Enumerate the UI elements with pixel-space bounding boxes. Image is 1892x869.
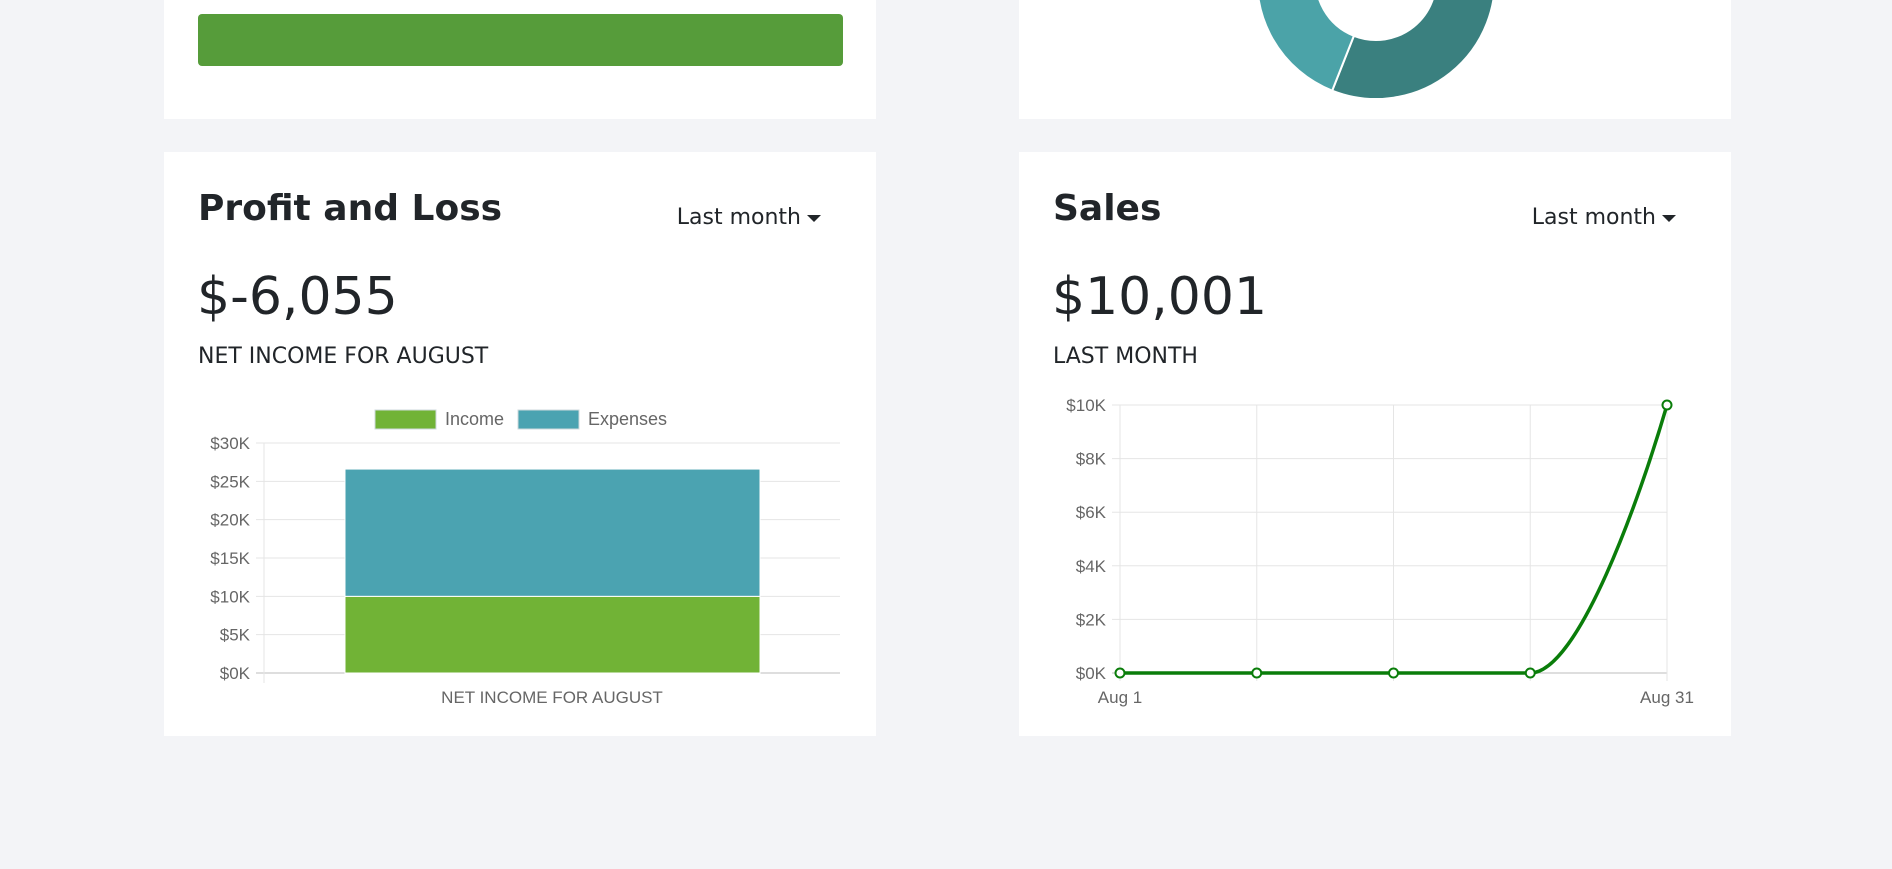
top-left-card: [164, 0, 876, 119]
y-tick-label: $0K: [1076, 664, 1107, 683]
profit-loss-chart: $0K $5K $10K $15K $20K $25K $30K NET INCOME FOR…: [210, 409, 840, 707]
legend-swatch: [517, 409, 580, 430]
y-tick-label: $0K: [220, 664, 251, 683]
y-tick-label: $10K: [1066, 396, 1106, 415]
y-tick-label: $25K: [210, 472, 250, 491]
progress-bar: [198, 14, 843, 66]
data-point: [1388, 667, 1399, 679]
y-tick-label: $4K: [1076, 557, 1107, 576]
y-tick-label: $20K: [210, 511, 250, 530]
donut-slice: [1330, 0, 1495, 100]
legend-label: Income: [445, 409, 504, 429]
data-point: [1524, 667, 1536, 679]
x-tick-label: Aug 1: [1098, 688, 1142, 707]
profit-loss-card: Profit and Loss Last month $-6,055 NET I…: [164, 152, 876, 736]
legend-swatch: [374, 409, 437, 430]
bar-expenses: [344, 468, 761, 597]
legend-label: Expenses: [588, 409, 667, 429]
y-tick-label: $10K: [210, 587, 250, 606]
top-right-card: [1019, 0, 1731, 119]
dashboard: Profit and Loss Last month $-6,055 NET I…: [0, 0, 1892, 869]
data-point: [1251, 667, 1263, 679]
y-tick-label: $5K: [220, 626, 251, 645]
x-tick-label: Aug 31: [1640, 688, 1694, 707]
data-point: [1114, 667, 1126, 679]
x-tick-label: NET INCOME FOR AUGUST: [441, 688, 663, 707]
sales-chart: $0K $2K $4K $6K $8K $10K Aug 1 Aug 31: [1066, 396, 1694, 707]
data-point: [1661, 399, 1673, 411]
bar-income: [344, 595, 761, 674]
y-tick-label: $2K: [1076, 610, 1107, 629]
y-tick-label: $8K: [1076, 450, 1107, 469]
sales-card: Sales Last month $10,001 LAST MONTH $0K $…: [1019, 152, 1731, 736]
donut-chart: [1257, 0, 1495, 100]
y-tick-label: $6K: [1076, 503, 1107, 522]
y-tick-label: $30K: [210, 434, 250, 453]
y-tick-label: $15K: [210, 549, 250, 568]
